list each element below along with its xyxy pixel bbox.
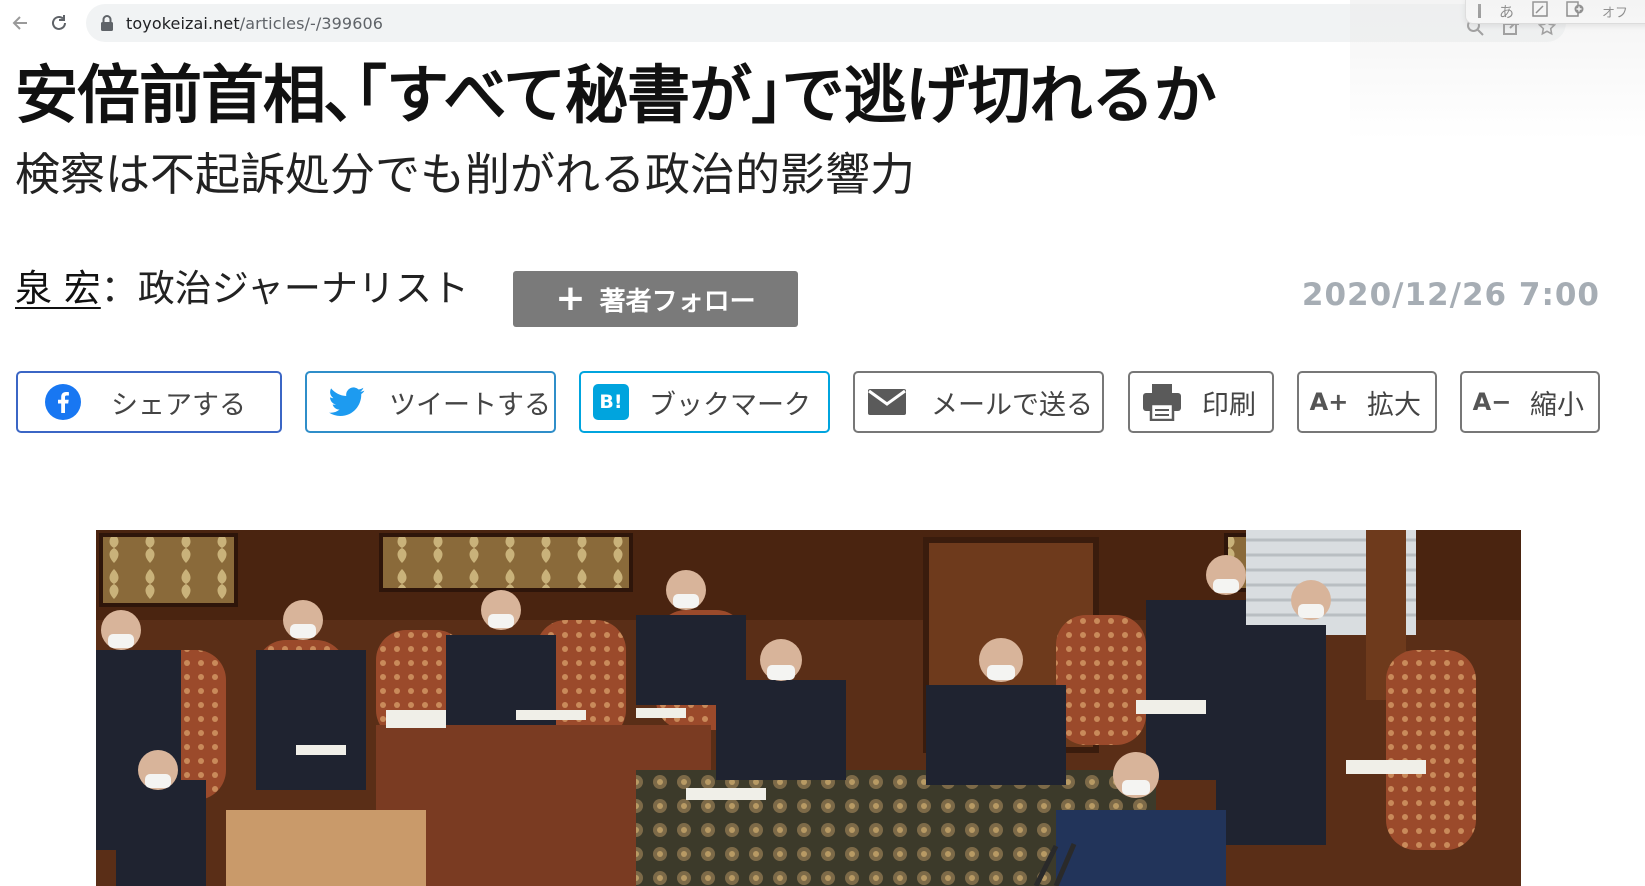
extension-popup: あ オフ: [1465, 0, 1645, 24]
mail-share-button[interactable]: メールで送る: [853, 371, 1104, 433]
ext-add-icon[interactable]: [1566, 1, 1584, 21]
lock-icon[interactable]: [100, 15, 114, 31]
zoom-out-icon: A−: [1472, 388, 1512, 416]
publish-date: 2020/12/26 7:00: [1301, 277, 1600, 313]
author-link[interactable]: 泉 宏: [15, 258, 101, 312]
url-text[interactable]: toyokeizai.net/articles/-/399606: [126, 14, 383, 33]
address-bar[interactable]: toyokeizai.net/articles/-/399606: [86, 4, 1566, 42]
zoom-out-label: 縮小: [1530, 389, 1584, 421]
ext-divider: [1478, 4, 1481, 18]
hatena-bookmark-icon: B!: [593, 384, 629, 420]
hatena-bookmark-label: ブックマーク: [649, 389, 811, 421]
zoom-in-label: 拡大: [1367, 389, 1421, 421]
facebook-share-button[interactable]: シェアする: [16, 371, 282, 433]
url-path: /articles/-/399606: [239, 13, 384, 33]
print-label: 印刷: [1202, 389, 1256, 421]
facebook-icon: [43, 384, 83, 420]
follow-author-button[interactable]: + 著者フォロー: [513, 271, 798, 327]
photo-illustration: [96, 530, 1521, 886]
twitter-icon: [327, 387, 367, 417]
browser-toolbar: toyokeizai.net/articles/-/399606 あ オフ: [0, 0, 1645, 46]
url-host: toyokeizai.net: [126, 13, 240, 33]
back-icon[interactable]: [6, 8, 36, 38]
twitter-share-label: ツイートする: [389, 389, 551, 421]
ext-read-icon[interactable]: あ: [1499, 1, 1514, 22]
print-icon: [1140, 383, 1184, 421]
author-role: ：政治ジャーナリスト: [100, 267, 469, 310]
plus-icon: +: [555, 278, 586, 319]
ext-label[interactable]: オフ: [1602, 2, 1628, 21]
article-photo: [96, 530, 1521, 886]
twitter-share-button[interactable]: ツイートする: [305, 371, 556, 433]
zoom-in-button[interactable]: A+ 拡大: [1297, 371, 1437, 433]
byline: 泉 宏 ：政治ジャーナリスト: [15, 258, 469, 312]
mail-icon: [865, 388, 909, 416]
article-title: 安倍前首相､｢すべて秘書が｣で逃げ切れるか: [15, 59, 1217, 132]
print-button[interactable]: 印刷: [1128, 371, 1274, 433]
zoom-out-button[interactable]: A− 縮小: [1460, 371, 1600, 433]
article-subtitle: 検察は不起訴処分でも削がれる政治的影響力: [15, 148, 916, 201]
zoom-in-icon: A+: [1309, 388, 1349, 416]
follow-label: 著者フォロー: [599, 286, 756, 317]
hatena-bookmark-button[interactable]: B! ブックマーク: [579, 371, 830, 433]
facebook-share-label: シェアする: [111, 389, 246, 421]
reload-icon[interactable]: [44, 8, 74, 38]
ext-edit-icon[interactable]: [1532, 1, 1548, 21]
mail-share-label: メールで送る: [931, 389, 1093, 421]
